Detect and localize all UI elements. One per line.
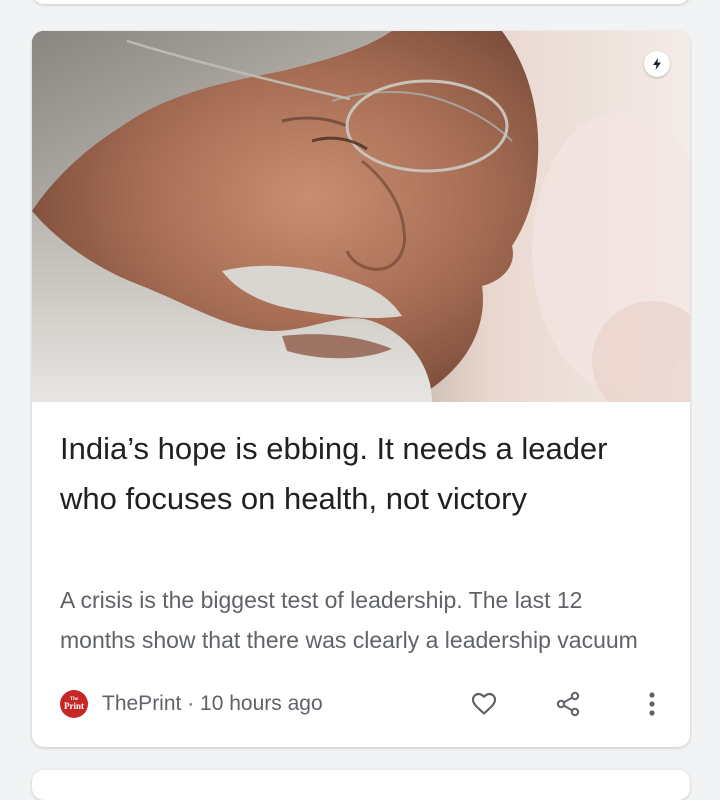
card-actions bbox=[466, 686, 670, 722]
source-logo[interactable]: The Print bbox=[60, 690, 88, 718]
heart-icon bbox=[471, 692, 497, 715]
card-footer: The Print ThePrint · 10 hours ago bbox=[60, 686, 670, 722]
share-icon bbox=[556, 691, 580, 717]
lightning-bolt-icon bbox=[644, 51, 670, 77]
news-card[interactable]: India’s hope is ebbing. It needs a leade… bbox=[32, 31, 690, 747]
source-logo-big-text: Print bbox=[64, 701, 84, 711]
more-options-button[interactable] bbox=[634, 686, 670, 722]
published-time: 10 hours ago bbox=[200, 692, 323, 715]
share-button[interactable] bbox=[550, 686, 586, 722]
source-name[interactable]: ThePrint bbox=[102, 692, 181, 715]
source-meta: ThePrint · 10 hours ago bbox=[102, 692, 323, 716]
article-headline[interactable]: India’s hope is ebbing. It needs a leade… bbox=[60, 424, 660, 524]
article-snippet: A crisis is the biggest test of leadersh… bbox=[60, 587, 638, 653]
more-vert-icon bbox=[649, 692, 655, 716]
like-button[interactable] bbox=[466, 686, 502, 722]
article-image[interactable] bbox=[32, 31, 690, 402]
meta-separator: · bbox=[181, 692, 201, 715]
previous-card[interactable] bbox=[32, 0, 690, 4]
next-card[interactable] bbox=[32, 770, 690, 800]
